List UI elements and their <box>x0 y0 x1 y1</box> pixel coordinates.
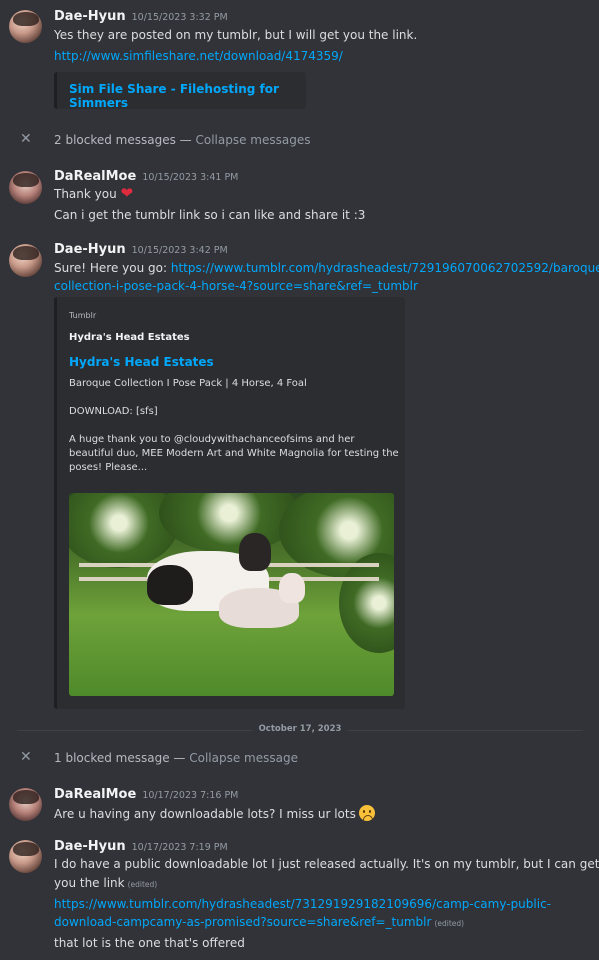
blocked-messages-bar: ✕ 1 blocked message — Collapse message <box>0 749 599 769</box>
embed-author[interactable]: Hydra's Head Estates <box>69 332 190 343</box>
message-text: you the link (edited) <box>54 876 158 890</box>
embed-provider[interactable]: Tumblr <box>69 311 96 320</box>
message-header: Dae-Hyun 10/15/2023 3:42 PM <box>54 242 228 257</box>
embed-title[interactable]: Hydra's Head Estates <box>69 355 214 369</box>
author-name[interactable]: DaRealMoe <box>54 169 136 184</box>
message-header: DaRealMoe 10/15/2023 3:41 PM <box>54 169 238 184</box>
timestamp: 10/15/2023 3:41 PM <box>142 172 239 183</box>
message-header: Dae-Hyun 10/17/2023 7:19 PM <box>54 839 228 854</box>
message-link[interactable]: https://www.tumblr.com/hydrasheadest/729… <box>171 261 599 275</box>
date-divider: October 17, 2023 <box>17 724 583 734</box>
tumblr-embed: Tumblr Hydra's Head Estates Hydra's Head… <box>54 297 405 709</box>
author-name[interactable]: Dae-Hyun <box>54 9 126 24</box>
edited-label: (edited) <box>434 919 465 928</box>
link-embed: Sim File Share - Filehosting for Simmers <box>54 72 306 110</box>
message-header: Dae-Hyun 10/15/2023 3:32 PM <box>54 9 228 24</box>
close-icon[interactable]: ✕ <box>20 131 32 147</box>
timestamp: 10/15/2023 3:42 PM <box>131 245 228 256</box>
embed-title[interactable]: Sim File Share - Filehosting for Simmers <box>69 82 306 110</box>
embed-image-horses[interactable] <box>69 493 394 696</box>
sad-face-emoji-icon <box>358 805 375 821</box>
timestamp: 10/17/2023 7:16 PM <box>142 790 239 801</box>
message-link-cont: download-campcamy-as-promised?source=sha… <box>54 915 465 929</box>
message-text: Sure! Here you go: https://www.tumblr.co… <box>54 261 599 275</box>
blocked-messages-bar: ✕ 2 blocked messages — Collapse messages <box>0 131 599 151</box>
avatar[interactable] <box>9 244 42 277</box>
embed-description: Baroque Collection I Pose Pack | 4 Horse… <box>69 378 399 473</box>
message-text: Can i get the tumblr link so i can like … <box>54 208 366 222</box>
message-header: DaRealMoe 10/17/2023 7:16 PM <box>54 787 238 802</box>
message-link-cont[interactable]: collection-i-pose-pack-4-horse-4?source=… <box>54 279 418 293</box>
heart-emoji-icon: ❤ <box>120 184 134 202</box>
author-name[interactable]: DaRealMoe <box>54 787 136 802</box>
collapse-message-link[interactable]: Collapse message <box>189 751 298 765</box>
avatar[interactable] <box>9 10 42 43</box>
message-text: that lot is the one that's offered <box>54 936 245 950</box>
blocked-messages-text: 1 blocked message — Collapse message <box>54 751 298 765</box>
blocked-messages-text: 2 blocked messages — Collapse messages <box>54 133 311 147</box>
chat-messages: Dae-Hyun 10/15/2023 3:32 PM Yes they are … <box>0 0 599 960</box>
timestamp: 10/17/2023 7:19 PM <box>131 842 228 853</box>
message-text: I do have a public downloadable lot I ju… <box>54 857 599 871</box>
date-divider-label: October 17, 2023 <box>252 724 348 734</box>
message-text: Are u having any downloadable lots? I mi… <box>54 805 375 821</box>
author-name[interactable]: Dae-Hyun <box>54 242 126 257</box>
avatar[interactable] <box>9 171 42 204</box>
message-link[interactable]: https://www.tumblr.com/hydrasheadest/731… <box>54 897 551 911</box>
collapse-messages-link[interactable]: Collapse messages <box>196 133 311 147</box>
author-name[interactable]: Dae-Hyun <box>54 839 126 854</box>
timestamp: 10/15/2023 3:32 PM <box>131 12 228 23</box>
avatar[interactable] <box>9 840 42 873</box>
close-icon[interactable]: ✕ <box>20 749 32 765</box>
message-text: Thank you ❤ <box>54 184 134 202</box>
message-text: Yes they are posted on my tumblr, but I … <box>54 28 418 42</box>
message-link[interactable]: http://www.simfileshare.net/download/417… <box>54 49 343 63</box>
edited-label: (edited) <box>127 880 158 889</box>
avatar[interactable] <box>9 788 42 821</box>
